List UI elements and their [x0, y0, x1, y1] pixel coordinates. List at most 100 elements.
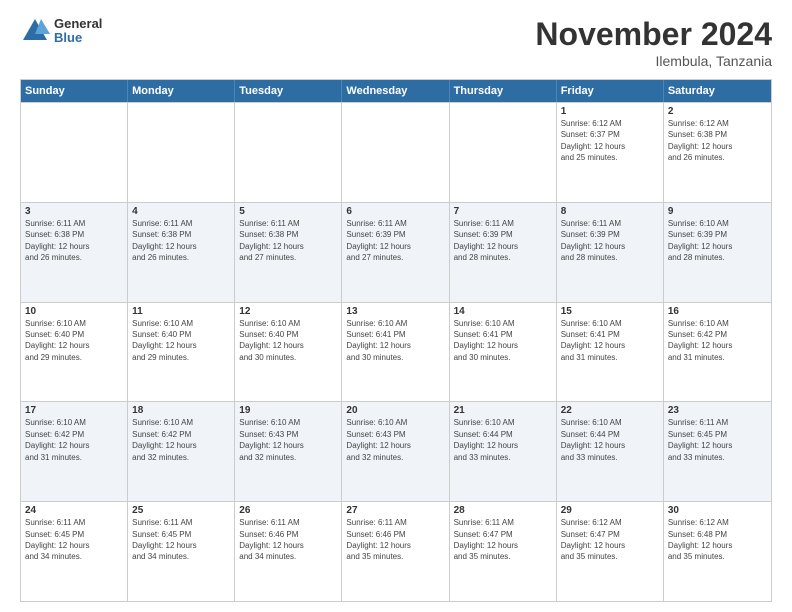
cell-info-line: Daylight: 12 hours [454, 441, 552, 451]
cell-info-line: Daylight: 12 hours [454, 541, 552, 551]
calendar-day-12: 12 Sunrise: 6:10 AMSunset: 6:40 PMDayligh… [235, 303, 342, 402]
cell-info-line: Sunrise: 6:10 AM [454, 418, 552, 428]
page: General Blue November 2024 Ilembula, Tan… [0, 0, 792, 612]
calendar-day-10: 10Sunrise: 6:10 AMSunset: 6:40 PMDayligh… [21, 303, 128, 402]
calendar-week-3: 10Sunrise: 6:10 AMSunset: 6:40 PMDayligh… [21, 302, 771, 402]
cell-info-line: Daylight: 12 hours [561, 541, 659, 551]
cell-info-line: and 33 minutes. [561, 453, 659, 463]
logo-text: General Blue [54, 17, 102, 46]
cell-info-line: Sunset: 6:48 PM [668, 530, 767, 540]
cell-info-line: Sunrise: 6:10 AM [132, 418, 230, 428]
location: Ilembula, Tanzania [535, 53, 772, 69]
logo-blue: Blue [54, 31, 102, 45]
cell-info-line: and 32 minutes. [132, 453, 230, 463]
calendar-day-21: 21Sunrise: 6:10 AMSunset: 6:44 PMDayligh… [450, 402, 557, 501]
cell-info-line: Sunset: 6:38 PM [25, 230, 123, 240]
month-year: November 2024 [535, 16, 772, 53]
day-number: 9 [668, 206, 767, 217]
cell-info-line: Daylight: 12 hours [239, 441, 337, 451]
cell-info-line: Sunset: 6:43 PM [239, 430, 337, 440]
cell-info-line: and 34 minutes. [239, 552, 337, 562]
calendar-day-20: 20Sunrise: 6:10 AMSunset: 6:43 PMDayligh… [342, 402, 449, 501]
day-number: 13 [346, 306, 444, 317]
cell-info-line: Sunset: 6:44 PM [561, 430, 659, 440]
day-number: 16 [668, 306, 767, 317]
header-day-thursday: Thursday [450, 80, 557, 102]
cell-info-line: Sunrise: 6:10 AM [561, 418, 659, 428]
cell-info-line: and 27 minutes. [346, 253, 444, 263]
cell-info-line: Sunrise: 6:12 AM [561, 518, 659, 528]
cell-info-line: Daylight: 12 hours [132, 441, 230, 451]
cell-info-line: Sunset: 6:41 PM [561, 330, 659, 340]
day-number: 7 [454, 206, 552, 217]
cell-info-line: and 29 minutes. [25, 353, 123, 363]
calendar-day-9: 9Sunrise: 6:10 AMSunset: 6:39 PMDaylight… [664, 203, 771, 302]
cell-info-line: Sunrise: 6:10 AM [25, 319, 123, 329]
calendar-header: SundayMondayTuesdayWednesdayThursdayFrid… [21, 80, 771, 102]
cell-info-line: Sunset: 6:42 PM [132, 430, 230, 440]
logo: General Blue [20, 16, 102, 46]
calendar-day-14: 14Sunrise: 6:10 AMSunset: 6:41 PMDayligh… [450, 303, 557, 402]
cell-info-line: Sunrise: 6:11 AM [454, 219, 552, 229]
calendar-day-empty [450, 103, 557, 202]
header: General Blue November 2024 Ilembula, Tan… [20, 16, 772, 69]
calendar-day-4: 4Sunrise: 6:11 AMSunset: 6:38 PMDaylight… [128, 203, 235, 302]
cell-info-line: Sunset: 6:40 PM [25, 330, 123, 340]
cell-info-line: Daylight: 12 hours [668, 142, 767, 152]
day-number: 8 [561, 206, 659, 217]
cell-info-line: Sunset: 6:41 PM [454, 330, 552, 340]
calendar-day-7: 7Sunrise: 6:11 AMSunset: 6:39 PMDaylight… [450, 203, 557, 302]
cell-info-line: Sunset: 6:39 PM [561, 230, 659, 240]
cell-info-line: and 27 minutes. [239, 253, 337, 263]
cell-info-line: Sunset: 6:40 PM [132, 330, 230, 340]
day-number: 23 [668, 405, 767, 416]
cell-info-line: Sunrise: 6:11 AM [346, 219, 444, 229]
cell-info-line: and 32 minutes. [239, 453, 337, 463]
calendar-day-17: 17Sunrise: 6:10 AMSunset: 6:42 PMDayligh… [21, 402, 128, 501]
cell-info-line: and 28 minutes. [454, 253, 552, 263]
calendar-day-16: 16Sunrise: 6:10 AMSunset: 6:42 PMDayligh… [664, 303, 771, 402]
cell-info-line: and 31 minutes. [668, 353, 767, 363]
cell-info-line: Sunrise: 6:11 AM [454, 518, 552, 528]
calendar-week-2: 3Sunrise: 6:11 AMSunset: 6:38 PMDaylight… [21, 202, 771, 302]
cell-info-line: and 35 minutes. [668, 552, 767, 562]
calendar-week-5: 24Sunrise: 6:11 AMSunset: 6:45 PMDayligh… [21, 501, 771, 601]
cell-info-line: Sunset: 6:45 PM [132, 530, 230, 540]
day-number: 26 [239, 505, 337, 516]
cell-info-line: Daylight: 12 hours [668, 242, 767, 252]
cell-info-line: Sunset: 6:40 PM [239, 330, 337, 340]
cell-info-line: and 35 minutes. [346, 552, 444, 562]
cell-info-line: Sunrise: 6:10 AM [668, 219, 767, 229]
cell-info-line: Daylight: 12 hours [25, 441, 123, 451]
cell-info-line: and 35 minutes. [454, 552, 552, 562]
cell-info-line: Sunrise: 6:10 AM [239, 319, 337, 329]
cell-info-line: Daylight: 12 hours [239, 341, 337, 351]
calendar-day-19: 19Sunrise: 6:10 AMSunset: 6:43 PMDayligh… [235, 402, 342, 501]
cell-info-line: Sunrise: 6:11 AM [132, 219, 230, 229]
day-number: 6 [346, 206, 444, 217]
cell-info-line: Sunrise: 6:10 AM [454, 319, 552, 329]
cell-info-line: Sunrise: 6:10 AM [561, 319, 659, 329]
cell-info-line: Daylight: 12 hours [346, 242, 444, 252]
calendar-day-6: 6Sunrise: 6:11 AMSunset: 6:39 PMDaylight… [342, 203, 449, 302]
cell-info-line: and 30 minutes. [346, 353, 444, 363]
day-number: 29 [561, 505, 659, 516]
cell-info-line: Daylight: 12 hours [561, 142, 659, 152]
cell-info-line: and 26 minutes. [25, 253, 123, 263]
day-number: 12 [239, 306, 337, 317]
cell-info-line: and 29 minutes. [132, 353, 230, 363]
cell-info-line: and 33 minutes. [454, 453, 552, 463]
cell-info-line: Daylight: 12 hours [561, 341, 659, 351]
calendar-week-1: 1Sunrise: 6:12 AMSunset: 6:37 PMDaylight… [21, 102, 771, 202]
cell-info-line: and 28 minutes. [561, 253, 659, 263]
calendar-day-empty [21, 103, 128, 202]
day-number: 14 [454, 306, 552, 317]
cell-info-line: Daylight: 12 hours [25, 541, 123, 551]
calendar-day-empty [342, 103, 449, 202]
day-number: 4 [132, 206, 230, 217]
calendar-day-empty [235, 103, 342, 202]
cell-info-line: and 30 minutes. [239, 353, 337, 363]
calendar-day-27: 27Sunrise: 6:11 AMSunset: 6:46 PMDayligh… [342, 502, 449, 601]
cell-info-line: Daylight: 12 hours [668, 441, 767, 451]
cell-info-line: Sunset: 6:43 PM [346, 430, 444, 440]
